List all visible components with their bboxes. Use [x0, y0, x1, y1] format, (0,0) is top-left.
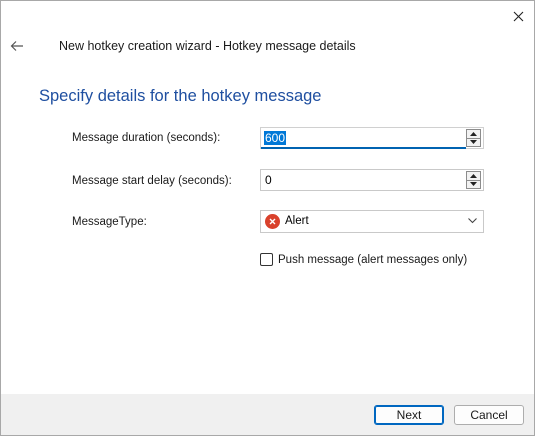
duration-spinbox[interactable]: 600: [260, 127, 484, 149]
start-delay-increment-button[interactable]: [466, 171, 481, 181]
duration-label: Message duration (seconds):: [72, 132, 221, 144]
duration-decrement-button[interactable]: [466, 138, 481, 147]
start-delay-decrement-button[interactable]: [466, 180, 481, 189]
arrow-down-icon: [470, 182, 477, 187]
arrow-up-icon: [470, 173, 477, 178]
message-type-dropdown[interactable]: Alert: [260, 210, 484, 233]
back-button[interactable]: [7, 36, 27, 56]
start-delay-value[interactable]: 0: [264, 173, 273, 187]
message-type-value: Alert: [285, 215, 309, 227]
arrow-up-icon: [470, 131, 477, 136]
start-delay-spinbox[interactable]: 0: [260, 169, 484, 191]
cancel-button[interactable]: Cancel: [454, 405, 524, 425]
alert-error-icon: [265, 214, 280, 229]
push-message-checkbox[interactable]: [260, 253, 273, 266]
start-delay-spin-buttons: [466, 171, 481, 189]
focus-underline: [261, 147, 466, 149]
duration-value[interactable]: 600: [264, 131, 287, 145]
duration-increment-button[interactable]: [466, 129, 481, 139]
duration-spin-buttons: [466, 129, 481, 147]
chevron-down-icon: [468, 218, 477, 224]
next-button[interactable]: Next: [374, 405, 444, 425]
page-heading: Specify details for the hotkey message: [39, 87, 322, 105]
wizard-window: New hotkey creation wizard - Hotkey mess…: [0, 0, 535, 436]
back-arrow-icon: [10, 41, 23, 51]
arrow-down-icon: [470, 140, 477, 145]
push-message-option[interactable]: Push message (alert messages only): [260, 253, 467, 266]
message-type-label: MessageType:: [72, 216, 147, 228]
close-button[interactable]: [505, 5, 531, 27]
push-message-label: Push message (alert messages only): [278, 253, 468, 266]
footer-bar: Next Cancel: [1, 394, 534, 435]
wizard-title: New hotkey creation wizard - Hotkey mess…: [59, 39, 356, 53]
start-delay-label: Message start delay (seconds):: [72, 175, 232, 187]
close-icon: [513, 11, 523, 21]
